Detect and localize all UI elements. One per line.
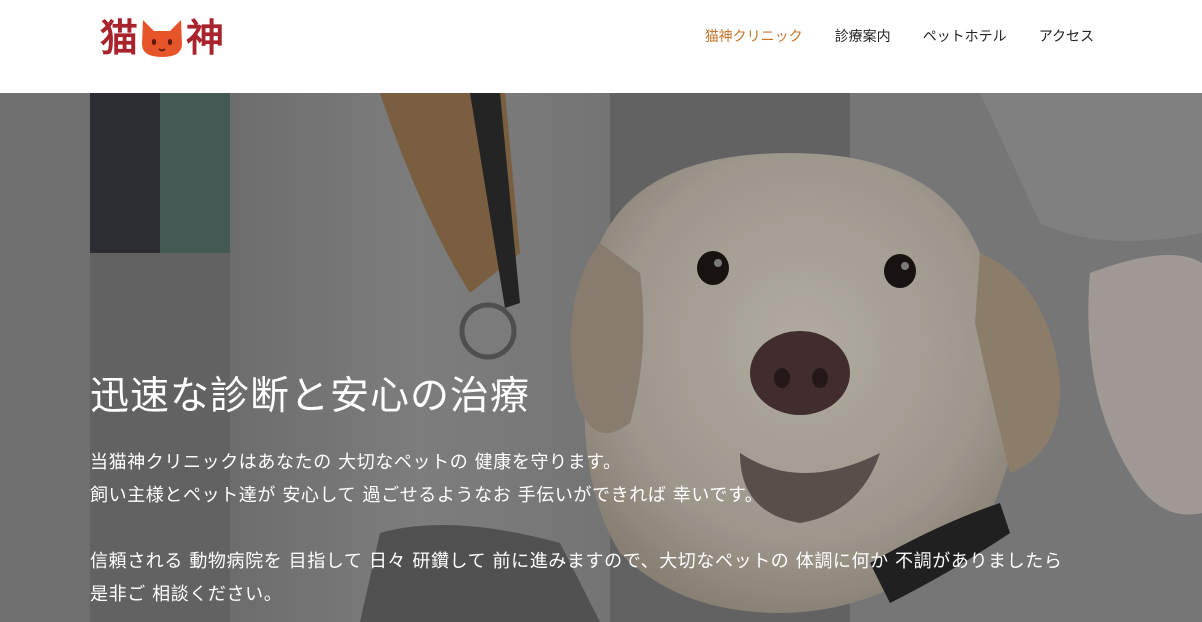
nav-item-pet-hotel[interactable]: ペットホテル — [923, 27, 1007, 47]
hero-paragraph-line: 当猫神クリニックはあなたの 大切なペットの 健康を守ります。 — [90, 452, 622, 473]
nav-item-access[interactable]: アクセス — [1039, 27, 1094, 47]
cat-face-icon — [142, 20, 183, 57]
hero-description: 当猫神クリニックはあなたの 大切なペットの 健康を守ります。 飼い主様とペット達… — [90, 446, 1140, 611]
logo-char-left: 猫 — [100, 16, 139, 60]
main-nav: 猫神クリニック 診療案内 ペットホテル アクセス — [673, 27, 1094, 47]
hero-title: 迅速な診断と安心の治療 — [90, 374, 531, 419]
hero-paragraph-line: 飼い主様とペット達が 安心して 過ごせるようなお 手伝いができれば 幸いです。 — [90, 485, 764, 506]
site-header: 猫 神 猫神クリニック 診療案内 ペットホテル アクセス — [0, 0, 1202, 93]
site-logo[interactable]: 猫 神 — [100, 12, 224, 64]
nav-item-services[interactable]: 診療案内 — [835, 27, 891, 47]
hero-section: 迅速な診断と安心の治療 当猫神クリニックはあなたの 大切なペットの 健康を守りま… — [0, 93, 1202, 622]
hero-paragraph-line: 是非ご 相談ください。 — [90, 584, 283, 605]
logo-char-right: 神 — [186, 16, 225, 60]
hero-paragraph-line: 信頼される 動物病院を 目指して 日々 研鑽して 前に進みますので、大切なペット… — [90, 551, 1063, 572]
nav-item-clinic[interactable]: 猫神クリニック — [705, 27, 803, 47]
